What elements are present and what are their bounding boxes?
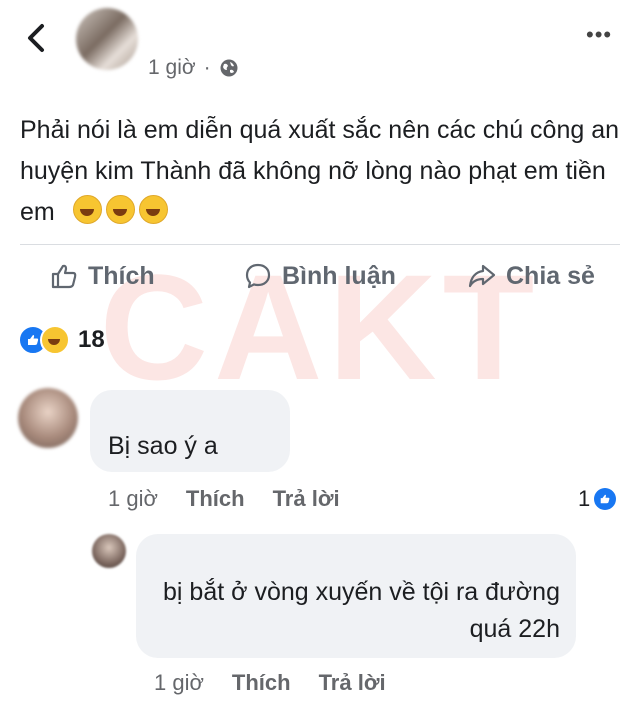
comment-button[interactable]: Bình luận: [244, 258, 396, 294]
reaction-count: 18: [78, 326, 105, 353]
share-label: Chia sẻ: [506, 261, 595, 290]
like-label: Thích: [88, 261, 155, 290]
post-author-avatar[interactable]: [76, 8, 138, 70]
reply-author-avatar[interactable]: [92, 534, 126, 568]
rofl-emoji-icon: [72, 195, 102, 224]
more-options-button[interactable]: •••: [586, 24, 612, 46]
comment-like-button[interactable]: Thích: [186, 486, 245, 512]
like-button[interactable]: Thích: [50, 258, 155, 294]
haha-reaction-icon: [40, 325, 70, 355]
like-reaction-icon: [594, 488, 617, 510]
post-time[interactable]: 1 giờ: [148, 56, 196, 80]
thumbs-up-icon: [51, 264, 77, 289]
reply-time[interactable]: 1 giờ: [154, 670, 204, 696]
reply-reply-button[interactable]: Trả lời: [319, 670, 386, 696]
reply-text: bị bắt ở vòng xuyến về tội ra đường quá …: [163, 578, 560, 643]
more-icon: •••: [586, 22, 613, 47]
meta-separator: ·: [203, 56, 211, 79]
reply-like-button[interactable]: Thích: [232, 670, 291, 696]
comment-meta: 1 giờ Thích Trả lời: [108, 486, 340, 512]
reaction-summary[interactable]: 18: [18, 325, 105, 355]
comment-reply-button[interactable]: Trả lời: [273, 486, 340, 512]
rofl-emoji-icon: [138, 195, 168, 224]
comment-reaction-count[interactable]: 1: [578, 486, 617, 512]
post-emojis: [72, 195, 168, 226]
rofl-emoji-icon: [105, 195, 135, 224]
reply-meta: 1 giờ Thích Trả lời: [154, 670, 386, 696]
comment-icon: [245, 263, 271, 289]
comment-time[interactable]: 1 giờ: [108, 486, 158, 512]
share-icon: [468, 264, 496, 288]
globe-icon: [220, 59, 238, 77]
chevron-left-icon: [28, 24, 44, 52]
comment-text: Bị sao ý a: [108, 432, 218, 460]
post-meta: 1 giờ ·: [148, 56, 239, 80]
back-button[interactable]: [20, 18, 56, 58]
comment-author-avatar[interactable]: [18, 388, 78, 448]
comment-label: Bình luận: [282, 261, 396, 290]
post-text: Phải nói là em diễn quá xuất sắc nên các…: [20, 110, 620, 233]
divider: [20, 244, 620, 245]
share-button[interactable]: Chia sẻ: [468, 258, 595, 294]
comment-like-count: 1: [578, 486, 591, 511]
